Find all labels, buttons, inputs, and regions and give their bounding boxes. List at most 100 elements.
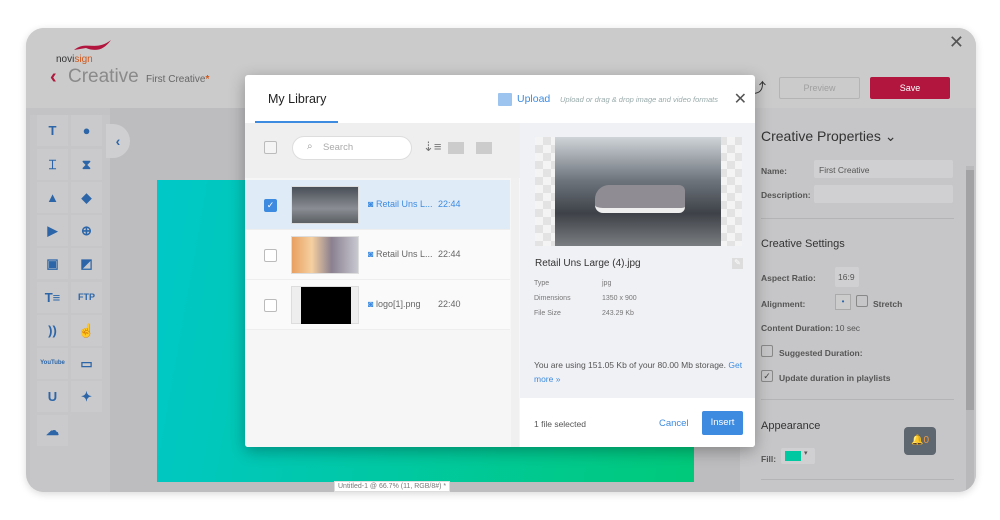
aspect-ratio-select[interactable]: 16:9 <box>835 267 859 287</box>
back-icon[interactable]: ‹ <box>50 66 57 89</box>
sort-icon[interactable]: ⇣≡ <box>423 139 441 155</box>
selection-count: 1 file selected <box>534 419 586 429</box>
file-time: 22:44 <box>438 249 461 259</box>
shapes-tool-icon[interactable]: ◆ <box>71 182 102 213</box>
scrollbar-thumb[interactable] <box>966 170 974 410</box>
stretch-label: Stretch <box>873 299 903 309</box>
hourglass-tool-icon[interactable]: ⧗ <box>71 149 102 180</box>
file-name: ◙ logo[1].png <box>368 299 421 309</box>
divider <box>761 399 954 400</box>
type-value: jpg <box>602 280 612 287</box>
file-checkbox[interactable]: ✓ <box>264 199 277 212</box>
rss-tool-icon[interactable]: )) <box>37 315 68 346</box>
alignment-grid[interactable]: • <box>835 294 851 310</box>
camera-icon: ◙ <box>368 299 374 309</box>
divider <box>761 218 954 219</box>
web-image-tool-icon[interactable]: ◩ <box>71 248 102 279</box>
tab-my-library[interactable]: My Library <box>268 92 326 106</box>
file-row[interactable]: ◙ logo[1].png 22:40 <box>245 280 510 330</box>
search-input[interactable]: ⌕ Search <box>292 136 412 160</box>
edit-icon[interactable]: ✎ <box>732 258 743 269</box>
appearance-title: Appearance <box>761 420 821 432</box>
page-title: Creative <box>68 66 139 87</box>
upload-hint: Upload or drag & drop image and video fo… <box>560 95 719 104</box>
text-tool-icon[interactable]: T <box>37 115 68 146</box>
video-tool-icon[interactable]: ▶ <box>37 215 68 246</box>
properties-panel: Creative Properties ⌄ Name: First Creati… <box>740 108 976 492</box>
file-thumbnail <box>291 236 359 274</box>
novisign-logo: novisign <box>56 40 111 64</box>
file-name: ◙ Retail Uns L... <box>368 249 432 259</box>
name-field[interactable]: First Creative <box>814 160 953 178</box>
description-label: Description: <box>761 190 811 200</box>
close-icon[interactable]: ✕ <box>734 89 747 109</box>
type-label: Type <box>534 280 550 287</box>
divider <box>761 479 954 480</box>
cancel-button[interactable]: Cancel <box>659 418 689 429</box>
storage-text: You are using 151.05 Kb of your 80.00 Mb… <box>534 360 727 370</box>
creative-name: First Creative* <box>146 74 209 85</box>
image-tool-icon[interactable]: ▲ <box>37 182 68 213</box>
preview-image-subject <box>595 185 685 213</box>
file-time: 22:40 <box>438 299 461 309</box>
detail-filename: Retail Uns Large (4).jpg <box>535 258 641 269</box>
video-filter-icon[interactable] <box>448 142 464 154</box>
storage-info: You are using 151.05 Kb of your 80.00 Mb… <box>534 358 746 386</box>
filesize-label: File Size <box>534 310 561 317</box>
file-checkbox[interactable] <box>264 299 277 312</box>
file-time: 22:44 <box>438 199 461 209</box>
duration-label: Content Duration: <box>761 323 834 333</box>
filesize-value: 243.29 Kb <box>602 310 634 317</box>
fill-color-picker[interactable]: ▾ <box>781 448 815 464</box>
update-duration-checkbox[interactable]: ✓ <box>761 370 773 382</box>
properties-title[interactable]: Creative Properties ⌄ <box>761 128 896 145</box>
clock-tool-icon[interactable]: ● <box>71 115 102 146</box>
file-name: ◙ Retail Uns L... <box>368 199 432 209</box>
file-checkbox[interactable] <box>264 249 277 262</box>
close-window-icon[interactable]: ✕ <box>949 32 964 53</box>
file-list-scrollbar[interactable] <box>511 178 519 447</box>
save-button[interactable]: Save <box>870 77 950 99</box>
update-duration-label: Update duration in playlists <box>779 373 891 383</box>
ftp-tool-icon[interactable]: FTP <box>71 282 102 313</box>
file-name-text: Retail Uns L... <box>375 199 433 209</box>
textbox-tool-icon[interactable]: ⌶ <box>37 149 68 180</box>
upload-link[interactable]: Upload <box>517 93 550 105</box>
web-tool-icon[interactable]: ⊕ <box>71 215 102 246</box>
slideshow-tool-icon[interactable]: ▣ <box>37 248 68 279</box>
notifications-button[interactable]: 🔔0 <box>904 427 936 455</box>
file-row[interactable]: ◙ Retail Uns L... 22:44 <box>245 230 510 280</box>
file-row[interactable]: ✓ ◙ Retail Uns L... 22:44 <box>245 180 510 230</box>
camera-icon: ◙ <box>368 199 374 209</box>
fill-swatch <box>785 451 801 461</box>
name-label: Name: <box>761 166 787 176</box>
fill-label: Fill: <box>761 454 777 464</box>
text-list-tool-icon[interactable]: T≡ <box>37 282 68 313</box>
u-tool-icon[interactable]: U <box>37 381 68 412</box>
file-name-text: Retail Uns L... <box>375 249 433 259</box>
preview-button[interactable]: Preview <box>779 77 860 99</box>
description-field[interactable] <box>814 185 953 203</box>
twitter-tool-icon[interactable]: ✦ <box>71 381 102 412</box>
camera-icon: ◙ <box>368 249 374 259</box>
creative-name-text: First Creative <box>146 74 206 85</box>
svg-text:novisign: novisign <box>56 54 93 64</box>
screen-tool-icon[interactable]: ▭ <box>71 348 102 379</box>
properties-title-text: Creative Properties <box>761 128 881 144</box>
file-name-text: logo[1].png <box>375 299 421 309</box>
select-all-checkbox[interactable] <box>264 141 277 154</box>
insert-button[interactable]: Insert <box>702 411 743 435</box>
stretch-checkbox[interactable] <box>856 295 868 307</box>
alignment-label: Alignment: <box>761 299 806 309</box>
library-modal: My Library Upload Upload or drag & drop … <box>245 75 755 447</box>
image-filter-icon[interactable] <box>476 142 492 154</box>
weather-tool-icon[interactable]: ☁ <box>37 415 68 446</box>
touch-tool-icon[interactable]: ☝ <box>71 315 102 346</box>
youtube-tool-icon[interactable]: YouTube <box>37 348 68 379</box>
notification-count: 0 <box>923 435 929 446</box>
caret-down-icon: ▾ <box>804 450 808 457</box>
unsaved-mark: * <box>205 74 210 85</box>
suggested-duration-checkbox[interactable] <box>761 345 773 357</box>
upload-icon[interactable] <box>498 93 512 106</box>
search-icon: ⌕ <box>307 141 313 152</box>
